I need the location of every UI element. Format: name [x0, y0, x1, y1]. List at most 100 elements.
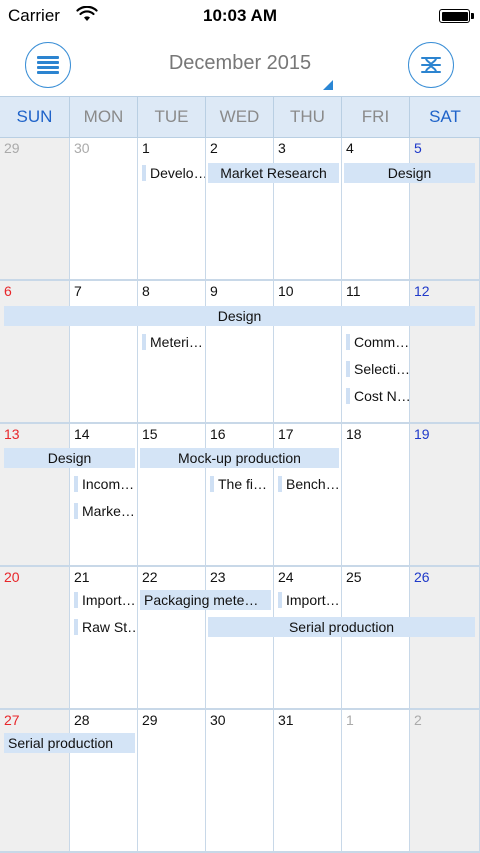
event-bar[interactable]: Design	[4, 306, 475, 326]
day-number: 26	[414, 569, 430, 585]
event-bar[interactable]: Design	[4, 448, 135, 468]
day-cell[interactable]: 29	[138, 710, 206, 853]
day-cell[interactable]: 22	[138, 567, 206, 710]
day-cell[interactable]: 29	[0, 138, 70, 281]
day-cell[interactable]: 31	[274, 710, 342, 853]
day-cell[interactable]: 10	[274, 281, 342, 424]
day-cell[interactable]: 28	[70, 710, 138, 853]
view-toggle-button[interactable]	[408, 42, 454, 88]
event-item[interactable]: Comm…	[344, 332, 409, 352]
day-number: 25	[346, 569, 362, 585]
day-cell[interactable]: 7	[70, 281, 138, 424]
event-bar[interactable]: Serial production	[4, 733, 135, 753]
day-number: 22	[142, 569, 158, 585]
day-number: 28	[74, 712, 90, 728]
event-item[interactable]: Meteri…	[140, 332, 205, 352]
event-item[interactable]: The fi…	[208, 474, 273, 494]
day-number: 6	[4, 283, 12, 299]
day-number: 30	[74, 140, 90, 156]
event-bar[interactable]: Serial production	[208, 617, 475, 637]
day-number: 20	[4, 569, 20, 585]
weekday-wed: WED	[219, 107, 260, 126]
day-number: 21	[74, 569, 90, 585]
day-number: 9	[210, 283, 218, 299]
day-cell[interactable]: 2	[206, 138, 274, 281]
event-item[interactable]: Import…	[276, 590, 341, 610]
day-cell[interactable]: 6	[0, 281, 70, 424]
day-number: 19	[414, 426, 430, 442]
day-number: 31	[278, 712, 294, 728]
weekday-sat: SAT	[429, 107, 461, 126]
connection-icon	[421, 57, 441, 73]
day-cell[interactable]: 16	[206, 424, 274, 567]
day-number: 1	[346, 712, 354, 728]
day-cell[interactable]: 24	[274, 567, 342, 710]
day-cell[interactable]: 21	[70, 567, 138, 710]
day-cell[interactable]: 19	[410, 424, 480, 567]
event-item[interactable]: Import…	[72, 590, 137, 610]
calendar-screen: Carrier 10:03 AM December 2015 SUN MON T…	[0, 0, 480, 853]
day-number: 13	[4, 426, 20, 442]
day-cell[interactable]: 3	[274, 138, 342, 281]
event-bar[interactable]: Market Research	[208, 163, 339, 183]
battery-icon	[439, 9, 474, 23]
day-number: 24	[278, 569, 294, 585]
weekday-mon: MON	[83, 107, 124, 126]
day-cell[interactable]: 15	[138, 424, 206, 567]
status-bar: Carrier 10:03 AM	[0, 0, 480, 32]
day-cell[interactable]: 25	[342, 567, 410, 710]
day-cell[interactable]: 18	[342, 424, 410, 567]
day-cell[interactable]: 20	[0, 567, 70, 710]
weekday-thu: THU	[290, 107, 325, 126]
day-number: 12	[414, 283, 430, 299]
day-cell[interactable]: 1	[138, 138, 206, 281]
day-cell[interactable]: 8	[138, 281, 206, 424]
day-number: 2	[414, 712, 422, 728]
weekday-sun: SUN	[16, 107, 53, 126]
day-number: 4	[346, 140, 354, 156]
day-cell[interactable]: 9	[206, 281, 274, 424]
weekday-header: SUN MON TUE WED THU FRI SAT	[0, 96, 480, 138]
day-cell[interactable]: 2	[410, 710, 480, 853]
event-item[interactable]: Cost N…	[344, 386, 409, 406]
event-item[interactable]: Bench…	[276, 474, 341, 494]
day-number: 8	[142, 283, 150, 299]
day-cell[interactable]: 14	[70, 424, 138, 567]
day-cell[interactable]: 26	[410, 567, 480, 710]
day-cell[interactable]: 5	[410, 138, 480, 281]
day-number: 1	[142, 140, 150, 156]
month-dropdown-indicator-icon[interactable]	[323, 80, 333, 90]
day-number: 5	[414, 140, 422, 156]
event-bar[interactable]: Design	[344, 163, 475, 183]
event-item[interactable]: Raw St…	[72, 617, 137, 637]
day-cell[interactable]: 13	[0, 424, 70, 567]
day-number: 14	[74, 426, 90, 442]
event-item[interactable]: Incom…	[72, 474, 137, 494]
day-cell[interactable]: 27	[0, 710, 70, 853]
weekday-fri: FRI	[361, 107, 390, 126]
status-time: 10:03 AM	[202, 6, 277, 25]
day-cell[interactable]: 17	[274, 424, 342, 567]
event-bar[interactable]: Packaging mete…	[140, 590, 271, 610]
day-number: 15	[142, 426, 158, 442]
day-cell[interactable]: 4	[342, 138, 410, 281]
day-number: 10	[278, 283, 294, 299]
event-item[interactable]: Develo…	[140, 163, 205, 183]
event-bar[interactable]: Mock-up production	[140, 448, 339, 468]
weekday-tue: TUE	[154, 107, 189, 126]
day-cell[interactable]: 30	[206, 710, 274, 853]
day-number: 7	[74, 283, 82, 299]
event-item[interactable]: Marke…	[72, 501, 137, 521]
day-cell[interactable]: 23	[206, 567, 274, 710]
day-number: 27	[4, 712, 20, 728]
day-cell[interactable]: 30	[70, 138, 138, 281]
day-number: 11	[346, 283, 361, 299]
event-item[interactable]: Selecti…	[344, 359, 409, 379]
day-number: 29	[4, 140, 20, 156]
nav-bar: December 2015	[0, 32, 480, 96]
month-grid: 29 30 1 2 3 4 5 Develo… Market Research …	[0, 138, 480, 853]
day-cell[interactable]: 1	[342, 710, 410, 853]
day-number: 2	[210, 140, 218, 156]
day-cell[interactable]: 12	[410, 281, 480, 424]
day-number: 16	[210, 426, 226, 442]
